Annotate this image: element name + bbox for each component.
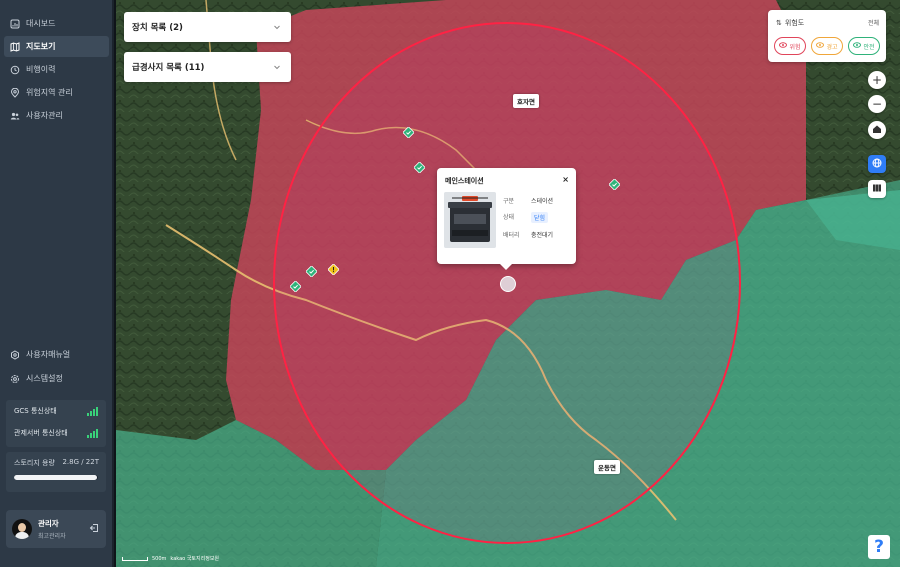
risk-filter-title-text: 위험도	[784, 19, 805, 27]
popup-row-battery: 배터리 충전대기	[503, 230, 553, 239]
map-icon	[10, 41, 20, 52]
gcs-status-label: GCS 통신상태	[14, 407, 57, 415]
logout-icon[interactable]	[89, 523, 99, 533]
slope-marker-warning[interactable]	[328, 264, 339, 275]
globe-icon	[872, 157, 882, 171]
sidebar-item-map[interactable]: 지도보기	[4, 36, 109, 57]
station-popup: 메인스테이션 × 구분 스테이션 상태 닫힘 배터리 충전대기	[437, 168, 576, 270]
user-card: 관리자 최고관리자	[6, 510, 106, 548]
comm-status-box: GCS 통신상태 관제서버 통신상태	[6, 400, 106, 447]
storage-progress-fill	[14, 475, 98, 480]
storage-progress-bar	[14, 475, 98, 480]
popup-value: 충전대기	[531, 232, 554, 239]
slope-marker-safe[interactable]	[609, 179, 620, 190]
popup-value: 스테이션	[531, 198, 554, 205]
sidebar-item-label: 비행이력	[26, 65, 56, 74]
manual-icon	[10, 349, 20, 360]
eye-icon	[816, 41, 825, 51]
risk-filter-card: ⇅ 위험도 전체 위험 경고 안전	[768, 10, 886, 62]
sidebar-item-label: 지도보기	[26, 42, 56, 51]
device-list-panel[interactable]: 장치 목록 (2)	[124, 12, 291, 42]
storage-label: 스토리지 용량	[14, 459, 55, 467]
plus-icon: +	[871, 73, 883, 87]
user-role: 최고관리자	[38, 533, 66, 540]
sidebar-item-label: 사용자매뉴얼	[26, 350, 71, 359]
popup-title: 메인스테이션	[445, 177, 484, 185]
gcs-status-row: GCS 통신상태	[6, 400, 106, 422]
storage-value: 2.8G / 22T	[62, 458, 99, 466]
popup-key: 배터리	[503, 232, 520, 239]
place-label-undong: 운동면	[594, 460, 620, 474]
map-view[interactable]: 장치 목록 (2) 급경사지 목록 (11) ⇅ 위험도 전체 위험 경고 안전…	[116, 0, 900, 567]
attribution-text: kakao 국토지리정보원	[170, 556, 220, 562]
dashboard-icon	[10, 19, 20, 29]
sidebar-item-settings[interactable]: 시스템설정	[4, 368, 109, 389]
sidebar: 대시보드 지도보기 비행이력 위험지역 관리 사용자관리 사용자매뉴얼 시스템설…	[0, 0, 114, 567]
risk-filter-safe[interactable]: 안전	[848, 37, 880, 55]
station-image	[444, 192, 496, 248]
slope-marker-safe[interactable]	[403, 127, 414, 138]
risk-filter-danger[interactable]: 위험	[774, 37, 806, 55]
device-list-title: 장치 목록 (2)	[132, 23, 183, 33]
avatar	[12, 519, 32, 539]
users-icon	[10, 111, 20, 121]
risk-filter-warning-label: 경고	[826, 43, 838, 51]
place-label-hoja: 호자면	[513, 94, 539, 108]
slope-list-panel[interactable]: 급경사지 목록 (11)	[124, 52, 291, 82]
gear-icon	[10, 374, 20, 384]
control-server-status-row: 관제서버 통신상태	[6, 422, 106, 444]
minus-icon: −	[871, 97, 883, 111]
sidebar-item-flight-history[interactable]: 비행이력	[4, 59, 109, 80]
slope-marker-safe[interactable]	[414, 162, 425, 173]
help-button[interactable]: ?	[868, 535, 890, 559]
popup-row-type: 구분 스테이션	[503, 196, 553, 205]
risk-filter-all[interactable]: 전체	[868, 18, 879, 27]
map-layers-icon	[872, 182, 882, 196]
home-icon	[872, 123, 882, 137]
sidebar-item-label: 사용자관리	[26, 111, 63, 120]
zoom-out-button[interactable]: −	[868, 95, 886, 113]
sidebar-item-users[interactable]: 사용자관리	[4, 105, 109, 126]
globe-layer-button[interactable]	[868, 155, 886, 173]
signal-icon	[87, 406, 98, 416]
close-icon[interactable]: ×	[562, 175, 569, 184]
eye-icon	[779, 41, 788, 51]
status-badge: 닫힘	[531, 212, 549, 223]
scale-bar	[122, 556, 148, 561]
sidebar-item-label: 위험지역 관리	[26, 88, 73, 97]
control-server-status-label: 관제서버 통신상태	[14, 429, 68, 437]
sidebar-item-danger-zone[interactable]: 위험지역 관리	[4, 82, 109, 103]
sidebar-item-manual[interactable]: 사용자매뉴얼	[4, 344, 109, 365]
risk-filter-danger-label: 위험	[789, 43, 801, 51]
slope-marker-safe[interactable]	[290, 281, 301, 292]
flight-history-icon	[10, 65, 20, 75]
chevron-down-icon	[273, 63, 281, 71]
home-button[interactable]	[868, 121, 886, 139]
sidebar-item-label: 시스템설정	[26, 374, 63, 383]
risk-filter-safe-label: 안전	[863, 43, 875, 51]
chevron-down-icon	[273, 23, 281, 31]
user-name: 관리자	[38, 519, 59, 528]
eye-icon	[853, 41, 862, 51]
scale-label: 500m	[152, 555, 167, 562]
sort-icon: ⇅	[776, 19, 782, 27]
zoom-in-button[interactable]: +	[868, 71, 886, 89]
map-type-button[interactable]	[868, 180, 886, 198]
popup-row-status: 상태 닫힘	[503, 212, 549, 223]
sidebar-item-label: 대시보드	[26, 19, 56, 28]
danger-zone-icon	[10, 87, 20, 98]
station-marker[interactable]	[500, 276, 516, 292]
risk-filter-title: ⇅ 위험도	[776, 18, 804, 28]
map-attribution: 500m kakao 국토지리정보원	[122, 555, 219, 562]
sidebar-item-dashboard[interactable]: 대시보드	[4, 13, 109, 34]
signal-icon	[87, 428, 98, 438]
popup-key: 구분	[503, 198, 515, 205]
slope-list-title: 급경사지 목록 (11)	[132, 63, 205, 73]
popup-key: 상태	[503, 214, 515, 221]
slope-marker-safe[interactable]	[306, 266, 317, 277]
storage-box: 스토리지 용량 2.8G / 22T	[6, 452, 106, 492]
risk-filter-warning[interactable]: 경고	[811, 37, 843, 55]
